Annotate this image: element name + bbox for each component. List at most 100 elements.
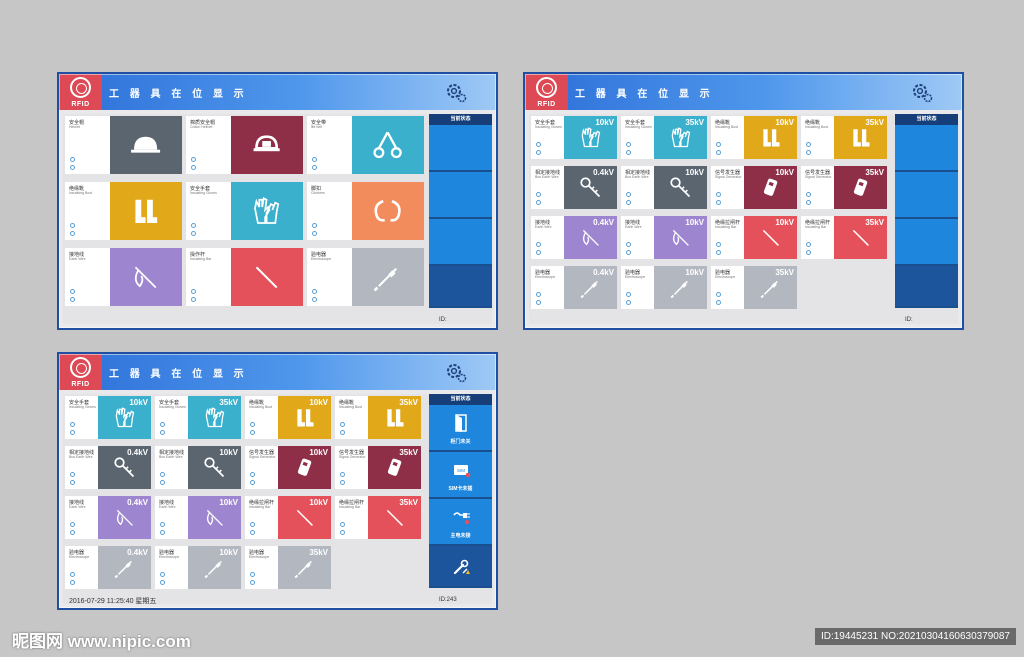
status-dot <box>626 242 631 247</box>
gloves-icon <box>581 126 600 147</box>
status-slot[interactable] <box>429 219 492 266</box>
tool-card[interactable]: 信号发生器 Signal Generator 35kV <box>335 446 421 489</box>
voltage-label: 0.4kV <box>593 168 614 177</box>
status-slot[interactable] <box>429 266 492 308</box>
voltage-label: 10kV <box>309 448 328 457</box>
tool-card[interactable]: 安全手套 Insulating Gloves 10kV <box>65 396 151 439</box>
tool-card[interactable]: 接地线 Earth Wire <box>65 248 182 306</box>
tool-name-en: Signal Generator <box>249 455 276 459</box>
settings-gear-icon[interactable] <box>444 360 468 384</box>
tool-tile <box>231 182 303 240</box>
device-id: ID: <box>905 317 913 323</box>
electroscope-icon <box>204 560 222 578</box>
status-slot[interactable] <box>895 172 958 219</box>
tool-card[interactable]: 信号发生器 Signal Generator 35kV <box>801 166 887 209</box>
status-slot[interactable] <box>429 172 492 219</box>
status-door-open[interactable]: 柜门未关 <box>429 405 492 452</box>
device-id: ID: <box>439 317 447 323</box>
voltage-label: 10kV <box>595 118 614 127</box>
tool-tile: 35kV <box>654 116 707 159</box>
tool-card[interactable]: 安全手套 Insulating Gloves 10kV <box>531 116 617 159</box>
status-indicators <box>70 154 76 170</box>
status-slot[interactable] <box>429 125 492 172</box>
device-id: ID:243 <box>439 597 457 603</box>
tool-card[interactable]: 验电器 Electroscope 10kV <box>621 266 707 309</box>
status-dot <box>160 480 165 485</box>
tool-card[interactable]: 操作杆 Insulating Bar <box>186 248 303 306</box>
status-dot <box>340 430 345 435</box>
tool-card[interactable]: 绝缘拉闸杆 Insulating Bar 35kV <box>801 216 887 259</box>
voltage-label: 10kV <box>309 398 328 407</box>
signal-generator-icon <box>387 458 401 476</box>
tool-card[interactable]: 安全帽 Helmet <box>65 116 182 174</box>
status-indicators <box>716 139 722 155</box>
tool-card[interactable]: 验电器 Electroscope 0.4kV <box>65 546 151 589</box>
watermark-logo: 昵图网 www.nipic.com <box>12 632 191 651</box>
tool-card[interactable]: 信号发生器 Signal Generator 10kV <box>711 166 797 209</box>
tool-tile: 10kV <box>744 166 797 209</box>
tool-card[interactable]: 安全手套 Insulating Gloves <box>186 182 303 240</box>
tool-card[interactable]: 安全手套 Insulating Gloves 35kV <box>155 396 241 439</box>
tool-card[interactable]: 绝缘拉闸杆 Insulating Bar 10kV <box>711 216 797 259</box>
maintenance-button[interactable] <box>429 546 492 588</box>
tool-tile: 10kV <box>564 116 617 159</box>
tool-card[interactable]: 验电器 Electroscope <box>307 248 424 306</box>
tool-card[interactable]: 相定接地线 Bus Earth Wire 0.4kV <box>531 166 617 209</box>
voltage-label: 0.4kV <box>127 548 148 557</box>
earth-wire-icon <box>582 229 599 246</box>
tool-card[interactable]: 接地线 Earth Wire 0.4kV <box>531 216 617 259</box>
signal-generator-icon <box>297 458 311 476</box>
status-dot <box>191 289 196 294</box>
tool-card[interactable]: 绝缘靴 Insulating Boot <box>65 182 182 240</box>
tool-card[interactable]: 脚扣 Climbers <box>307 182 424 240</box>
tool-tile: 10kV <box>744 216 797 259</box>
status-power-off[interactable]: 主电未接 <box>429 499 492 546</box>
status-indicators <box>70 419 76 435</box>
voltage-label: 10kV <box>219 548 238 557</box>
status-slot[interactable] <box>895 219 958 266</box>
tool-card[interactable]: 绝缘靴 Insulating Boot 35kV <box>335 396 421 439</box>
tool-card[interactable]: 验电器 Electroscope 10kV <box>155 546 241 589</box>
tool-card[interactable]: 接地线 Earth Wire 10kV <box>621 216 707 259</box>
tool-name-en: Insulating Bar <box>249 505 271 509</box>
tool-card[interactable]: 验电器 Electroscope 35kV <box>711 266 797 309</box>
tool-card[interactable]: 绝缘拉闸杆 Insulating Bar 35kV <box>335 496 421 539</box>
tool-card[interactable]: 相定接地线 Bus Earth Wire 10kV <box>155 446 241 489</box>
tool-card[interactable]: 接地线 Earth Wire 0.4kV <box>65 496 151 539</box>
settings-gear-icon[interactable] <box>910 80 934 104</box>
earth-wire-icon <box>116 509 133 526</box>
status-header: 当前状态 <box>429 114 492 125</box>
tool-tile: 10kV <box>188 446 241 489</box>
status-indicators <box>312 154 318 170</box>
tool-card[interactable]: 接地线 Earth Wire 10kV <box>155 496 241 539</box>
tool-card[interactable]: 安全带 life belt <box>307 116 424 174</box>
tool-card[interactable]: 相定接地线 Bus Earth Wire 10kV <box>621 166 707 209</box>
tool-card[interactable]: 验电器 Electroscope 0.4kV <box>531 266 617 309</box>
status-sidebar: 当前状态 <box>895 114 958 308</box>
status-dot <box>160 572 165 577</box>
tool-card[interactable]: 绝缘靴 Insulating Boot 10kV <box>245 396 331 439</box>
status-slot[interactable] <box>895 125 958 172</box>
earth-wire-icon <box>135 266 157 288</box>
status-dot <box>536 200 541 205</box>
tool-card[interactable]: 验电器 Electroscope 35kV <box>245 546 331 589</box>
settings-gear-icon[interactable] <box>444 80 468 104</box>
tool-card[interactable]: 绝缘靴 Insulating Boot 10kV <box>711 116 797 159</box>
status-dot <box>191 223 196 228</box>
helmet-icon <box>131 136 161 153</box>
tool-card[interactable]: 信号发生器 Signal Generator 10kV <box>245 446 331 489</box>
tool-tile <box>352 248 424 306</box>
tool-card[interactable]: 绝缘拉闸杆 Insulating Bar 10kV <box>245 496 331 539</box>
voltage-label: 10kV <box>775 218 794 227</box>
status-sim-missing[interactable]: SIM SIM卡未插 <box>429 452 492 499</box>
status-slot[interactable] <box>895 266 958 308</box>
status-dot <box>70 572 75 577</box>
tool-card[interactable]: 相定接地线 Bus Earth Wire 0.4kV <box>65 446 151 489</box>
tool-card[interactable]: 棉质安全帽 Cotton Helmet <box>186 116 303 174</box>
tool-card[interactable]: 绝缘靴 Insulating Boot 35kV <box>801 116 887 159</box>
status-dot <box>312 165 317 170</box>
voltage-label: 35kV <box>399 498 418 507</box>
tool-card[interactable]: 安全手套 Insulating Gloves 35kV <box>621 116 707 159</box>
status-dot <box>716 250 721 255</box>
status-dot <box>250 580 255 585</box>
